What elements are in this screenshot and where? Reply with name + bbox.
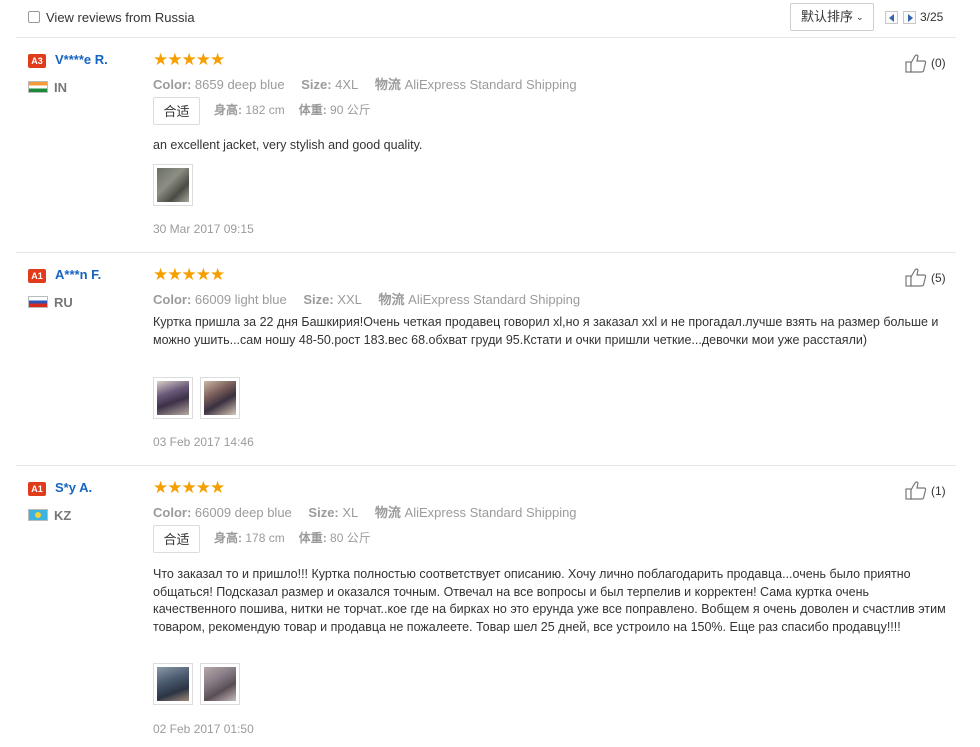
divider — [16, 252, 956, 253]
review-photo-thumbnail[interactable] — [153, 663, 193, 705]
star-rating: ★★★★★ — [153, 265, 225, 284]
chevron-down-icon: ⌄ — [856, 12, 864, 22]
shipping-label: 物流 — [378, 292, 405, 307]
review-photo — [157, 667, 189, 701]
fit-info: 合适 身高: 178 cm 体重: 80 公斤 — [153, 525, 371, 553]
weight-label: 体重: — [298, 531, 327, 546]
review-text: Куртка пришла за 22 дня Башкирия!Очень ч… — [153, 315, 939, 347]
size-label: Size: — [303, 292, 334, 307]
purchase-attributes: Color: 8659 deep blue Size: 4XL 物流 AliEx… — [153, 74, 577, 93]
arrow-right-icon — [908, 14, 913, 22]
buyer-level-badge: A1 — [28, 482, 46, 496]
size-label: Size: — [301, 77, 332, 92]
review-photo-thumbnail[interactable] — [153, 377, 193, 419]
color-label: Color: — [153, 505, 192, 520]
reviewer-country: IN — [54, 80, 67, 95]
review-text: an excellent jacket, very stylish and go… — [153, 138, 423, 152]
height-value: 182 cm — [245, 103, 285, 118]
review-date: 02 Feb 2017 01:50 — [153, 722, 254, 736]
size-value: XL — [342, 505, 359, 520]
review-photo — [204, 667, 236, 701]
review-photo — [157, 381, 189, 415]
review-photo-thumbnail[interactable] — [200, 663, 240, 705]
sort-dropdown-label: 默认排序 — [801, 9, 854, 24]
russia-filter-checkbox[interactable] — [28, 11, 40, 23]
color-value: 8659 deep blue — [194, 77, 285, 92]
shipping-label: 物流 — [374, 77, 401, 92]
color-value: 66009 deep blue — [194, 505, 292, 520]
color-label: Color: — [153, 292, 192, 307]
size-value: XXL — [337, 292, 362, 307]
purchase-attributes: Color: 66009 deep blue Size: XL 物流 AliEx… — [153, 502, 577, 521]
fit-tag: 合适 — [153, 525, 200, 553]
arrow-left-icon — [889, 14, 894, 22]
reviewer-name[interactable]: V****e R. — [55, 52, 108, 67]
height-label: 身高: — [214, 531, 242, 546]
weight-value: 80 公斤 — [330, 531, 371, 546]
fit-info: 合适 身高: 182 cm 体重: 90 公斤 — [153, 97, 371, 125]
fit-tag: 合适 — [153, 97, 200, 125]
thumbs-up-icon[interactable] — [905, 267, 927, 287]
review-photo — [204, 381, 236, 415]
size-label: Size: — [308, 505, 339, 520]
reviewer-name[interactable]: A***n F. — [55, 267, 101, 282]
shipping-value: AliExpress Standard Shipping — [408, 292, 581, 307]
review-text: Что заказал то и пришло!!! Куртка полнос… — [153, 567, 946, 634]
shipping-value: AliExpress Standard Shipping — [404, 77, 577, 92]
shipping-label: 物流 — [374, 505, 401, 520]
star-rating: ★★★★★ — [153, 478, 225, 497]
like-count: (1) — [931, 484, 946, 498]
color-value: 66009 light blue — [194, 292, 287, 307]
star-rating: ★★★★★ — [153, 50, 225, 69]
buyer-level-badge: A3 — [28, 54, 46, 68]
buyer-level-badge: A1 — [28, 269, 46, 283]
like-count: (5) — [931, 271, 946, 285]
color-label: Color: — [153, 77, 192, 92]
review-photo-thumbnail[interactable] — [200, 377, 240, 419]
reviewer-name[interactable]: S*y A. — [55, 480, 92, 495]
kazakhstan-flag-icon — [28, 509, 48, 521]
reviewer-country: RU — [54, 295, 73, 310]
prev-page-button[interactable] — [885, 11, 898, 24]
review-toolbar: View reviews from Russia 默认排序 ⌄ 3/25 — [0, 0, 980, 37]
reviewer-country: KZ — [54, 508, 72, 523]
like-count: (0) — [931, 56, 946, 70]
divider — [16, 465, 956, 466]
next-page-button[interactable] — [903, 11, 916, 24]
review-photo — [157, 168, 189, 202]
size-value: 4XL — [335, 77, 359, 92]
sort-dropdown[interactable]: 默认排序 ⌄ — [790, 3, 874, 31]
russia-flag-icon — [28, 296, 48, 308]
purchase-attributes: Color: 66009 light blue Size: XXL 物流 Ali… — [153, 289, 580, 308]
shipping-value: AliExpress Standard Shipping — [404, 505, 577, 520]
divider — [16, 37, 956, 38]
height-value: 178 cm — [245, 531, 285, 546]
review-date: 03 Feb 2017 14:46 — [153, 435, 254, 449]
review-photo-thumbnail[interactable] — [153, 164, 193, 206]
weight-label: 体重: — [298, 103, 327, 118]
thumbs-up-icon[interactable] — [905, 53, 927, 73]
thumbs-up-icon[interactable] — [905, 480, 927, 500]
india-flag-icon — [28, 81, 48, 93]
weight-value: 90 公斤 — [330, 103, 371, 118]
russia-filter-label[interactable]: View reviews from Russia — [46, 10, 195, 25]
page-indicator: 3/25 — [920, 10, 944, 24]
height-label: 身高: — [214, 103, 242, 118]
review-date: 30 Mar 2017 09:15 — [153, 222, 254, 236]
